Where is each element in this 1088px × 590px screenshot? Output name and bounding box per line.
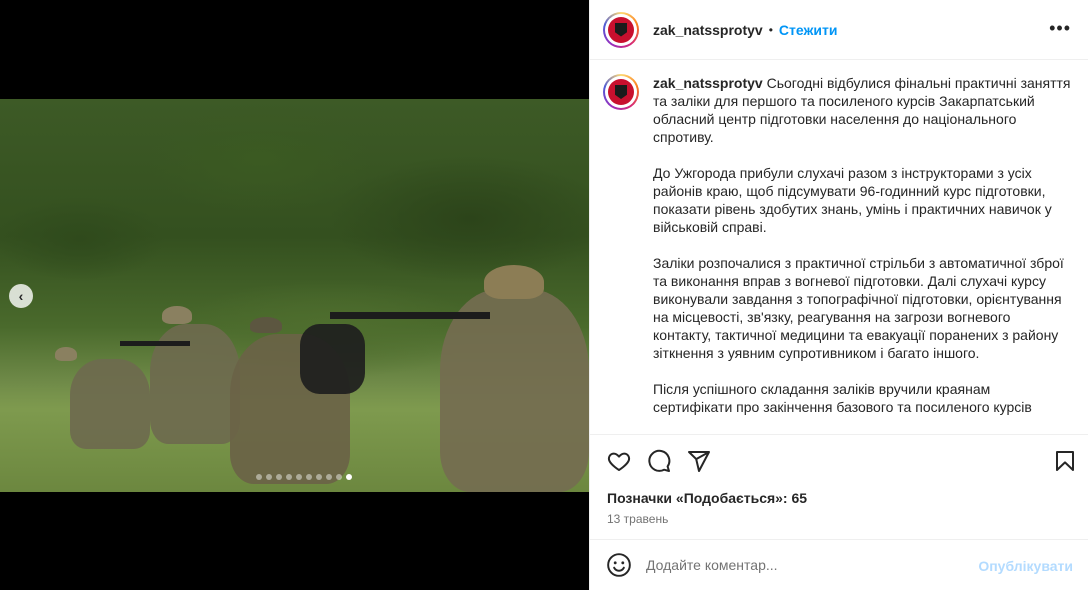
photo-rifle (120, 341, 190, 346)
photo-figure (440, 289, 589, 492)
carousel-dot[interactable] (296, 474, 302, 480)
bookmark-icon[interactable] (1053, 449, 1077, 473)
follow-button[interactable]: Стежити (779, 22, 838, 38)
carousel-dot[interactable] (306, 474, 312, 480)
profile-avatar[interactable] (603, 11, 639, 48)
carousel-dot[interactable] (256, 474, 262, 480)
comment-input[interactable] (646, 557, 966, 573)
avatar-inner (605, 76, 637, 108)
photo-rifle (330, 312, 490, 319)
caption-username[interactable]: zak_natssprotyv (653, 75, 763, 91)
caption-scroll-area[interactable]: zak_natssprotyv Сьогодні відбулися фінал… (590, 61, 1088, 434)
caption-paragraph: Після успішного складання заліків вручил… (653, 381, 1032, 415)
comment-form: Опублікувати (590, 539, 1088, 590)
comment-icon[interactable] (647, 449, 671, 473)
photo-figure (250, 317, 282, 333)
carousel-dot[interactable] (276, 474, 282, 480)
instagram-post-modal: ‹ zak_natssprotyv • Стежити ••• zak_nats… (0, 0, 1088, 590)
shield-icon (615, 85, 627, 99)
caption-paragraph: Заліки розпочалися з практичної стрільби… (653, 255, 1064, 361)
action-bar (590, 434, 1088, 484)
photo-backpack (300, 324, 365, 394)
post-media: ‹ (0, 0, 589, 590)
carousel-dot[interactable] (336, 474, 342, 480)
dot-separator: • (768, 22, 773, 37)
photo-figure (55, 347, 77, 361)
post-date[interactable]: 13 травень (607, 512, 668, 526)
post-side-panel: zak_natssprotyv • Стежити ••• zak_natssp… (589, 0, 1088, 590)
shield-icon (615, 22, 627, 37)
emoji-icon[interactable] (606, 552, 632, 578)
photo-figure (484, 265, 544, 299)
caption-row: zak_natssprotyv Сьогодні відбулися фінал… (603, 74, 1071, 434)
carousel-dot[interactable] (326, 474, 332, 480)
photo-figure (162, 306, 192, 324)
caption-paragraph: zak_natssprotyv Сьогодні відбулися фінал… (653, 74, 1071, 146)
more-horizontal-icon[interactable]: ••• (1049, 18, 1071, 38)
carousel-dot[interactable] (286, 474, 292, 480)
carousel-prev-button[interactable]: ‹ (9, 284, 33, 308)
carousel-dot[interactable] (316, 474, 322, 480)
likes-count[interactable]: Позначки «Подобається»: 65 (607, 490, 807, 506)
emblem-icon (608, 79, 634, 105)
carousel-dot[interactable] (346, 474, 352, 480)
avatar-inner (605, 13, 637, 46)
publish-button[interactable]: Опублікувати (978, 558, 1073, 574)
post-username[interactable]: zak_natssprotyv (653, 22, 763, 38)
caption-text: zak_natssprotyv Сьогодні відбулися фінал… (653, 74, 1071, 434)
photo-figure (70, 359, 150, 449)
chevron-left-icon: ‹ (18, 288, 24, 304)
carousel-dots (256, 474, 352, 480)
post-header: zak_natssprotyv • Стежити ••• (590, 0, 1088, 60)
carousel-dot[interactable] (266, 474, 272, 480)
caption-paragraph: До Ужгорода прибули слухачі разом з інст… (653, 165, 1052, 235)
caption-avatar[interactable] (603, 74, 639, 110)
heart-icon[interactable] (607, 449, 631, 473)
send-icon[interactable] (687, 449, 711, 473)
emblem-icon (608, 16, 634, 43)
post-photo[interactable] (0, 99, 589, 492)
